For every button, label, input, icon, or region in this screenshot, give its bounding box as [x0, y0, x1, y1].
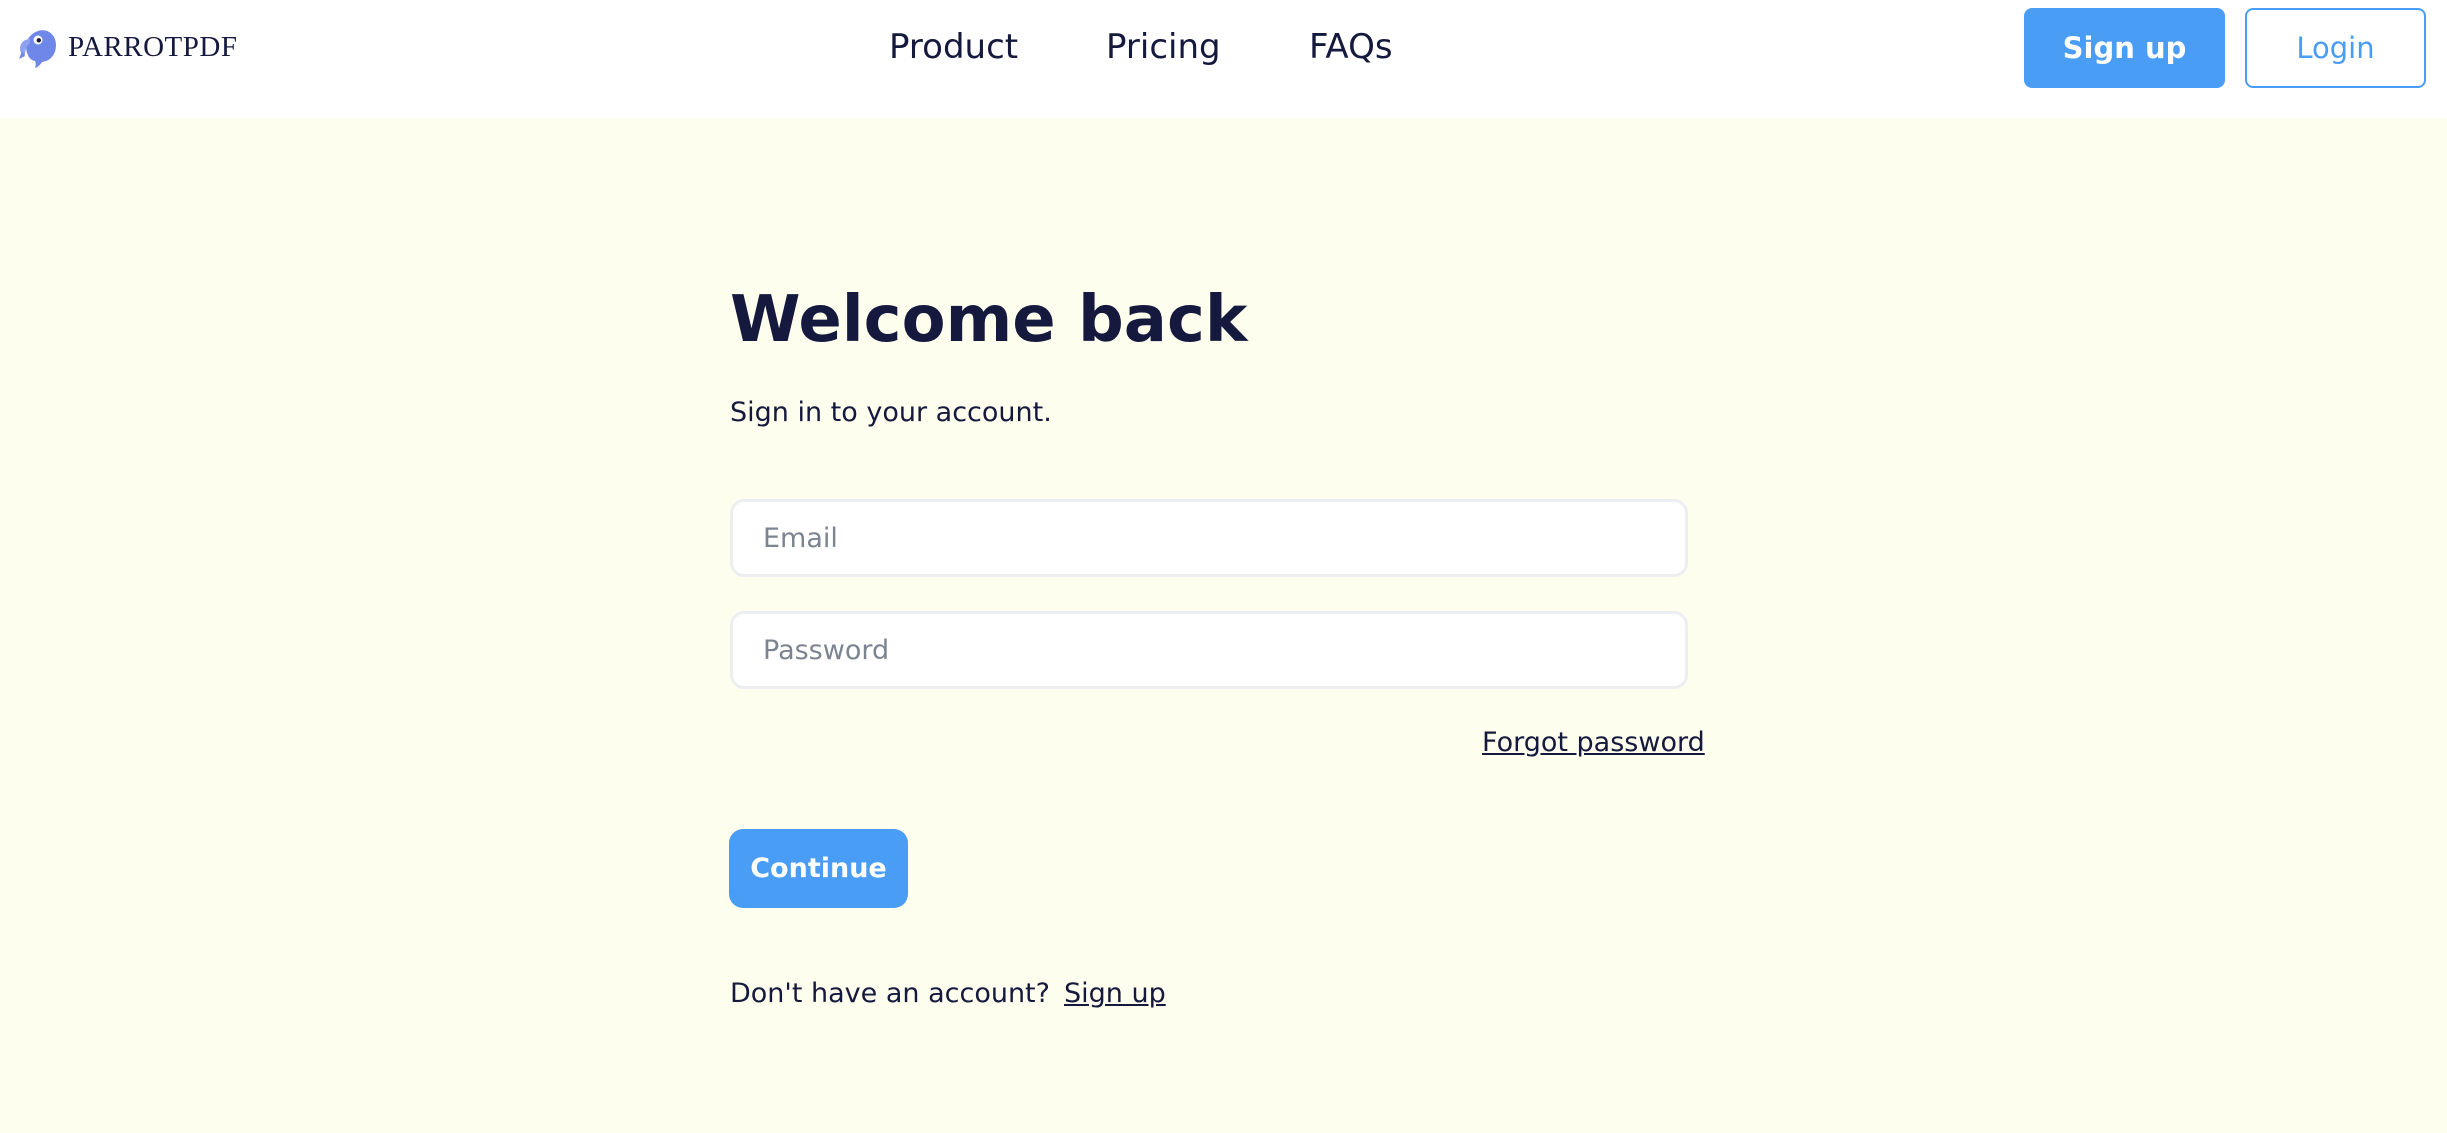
nav-item-product[interactable]: Product	[889, 22, 1018, 72]
forgot-password-link[interactable]: Forgot password	[1482, 722, 1705, 764]
brand-name: PARROTPDF	[68, 30, 238, 63]
page-title: Welcome back	[730, 283, 1248, 357]
header-signup-button[interactable]: Sign up	[2024, 8, 2225, 88]
nav-item-faqs[interactable]: FAQs	[1309, 22, 1393, 72]
signup-prompt: Don't have an account? Sign up	[730, 973, 1166, 1015]
header-login-button[interactable]: Login	[2245, 8, 2426, 88]
continue-button[interactable]: Continue	[729, 829, 908, 908]
top-header: PARROTPDF Product Pricing FAQs Sign up L…	[0, 0, 2447, 118]
signup-link[interactable]: Sign up	[1064, 973, 1166, 1015]
no-account-text: Don't have an account?	[730, 978, 1050, 1009]
page-subtitle: Sign in to your account.	[730, 397, 1052, 428]
email-field[interactable]	[730, 499, 1688, 577]
password-field[interactable]	[730, 611, 1688, 689]
brand-logo-link[interactable]: PARROTPDF	[16, 25, 237, 69]
nav-item-pricing[interactable]: Pricing	[1106, 22, 1221, 72]
parrot-logo-icon	[19, 30, 56, 68]
